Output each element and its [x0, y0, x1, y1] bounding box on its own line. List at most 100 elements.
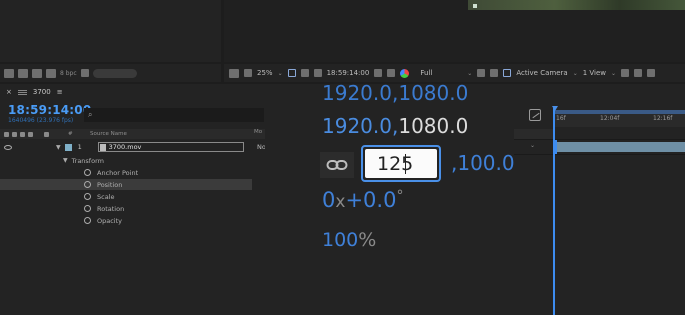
- current-time-display[interactable]: 18:59:14:00: [8, 103, 91, 117]
- chevron-down-icon[interactable]: ⌄: [611, 70, 616, 77]
- vr-icon[interactable]: [244, 69, 252, 77]
- scale-x-input[interactable]: [365, 149, 437, 178]
- label-icon[interactable]: [44, 131, 49, 137]
- audio-icon[interactable]: [12, 131, 17, 137]
- transform-group[interactable]: ▼ Transform: [0, 155, 252, 166]
- opacity-number[interactable]: 100: [322, 229, 358, 251]
- position-value: 1920.0,1080.0: [322, 114, 468, 138]
- column-header-strip: [514, 129, 554, 139]
- project-toolbar: 8 bpc: [0, 64, 221, 82]
- zoom-dropdown[interactable]: 25%: [257, 69, 273, 77]
- transform-label: Transform: [71, 156, 104, 165]
- eye-icon[interactable]: [4, 131, 9, 137]
- viewer-timecode[interactable]: 18:59:14:00: [327, 69, 370, 77]
- stopwatch-icon[interactable]: [84, 181, 91, 188]
- pixel-aspect-icon[interactable]: [621, 69, 630, 77]
- stopwatch-icon[interactable]: [84, 217, 91, 224]
- zoomed-property-values: 1920.0,1080.0 1920.0,1080.0 ,100.0 0x+0.…: [265, 84, 514, 260]
- timeline-tab-bar: × 3700 ≡: [0, 84, 265, 100]
- layer-search-input[interactable]: [84, 108, 264, 122]
- visibility-eye-icon[interactable]: [4, 144, 12, 150]
- position-x-value[interactable]: 1920.0: [322, 114, 392, 138]
- fast-previews-icon[interactable]: [477, 69, 486, 77]
- playhead-handle-icon[interactable]: [552, 106, 558, 111]
- channel-icon[interactable]: [400, 68, 410, 78]
- rotation-degrees[interactable]: +0.0: [345, 188, 396, 212]
- new-composition-icon[interactable]: [32, 68, 42, 78]
- row-divider: [514, 139, 685, 140]
- scale-input-frame: [361, 145, 441, 182]
- property-label: Position: [97, 180, 123, 189]
- property-scale[interactable]: Scale: [0, 191, 252, 202]
- close-icon[interactable]: ×: [6, 88, 12, 96]
- property-label: Anchor Point: [97, 168, 139, 177]
- position-y-value[interactable]: 1080.0: [398, 114, 468, 138]
- degree-symbol: °: [396, 188, 404, 204]
- grid-guides-icon[interactable]: [300, 69, 309, 77]
- viewer-toolbar: 25% ⌄ 18:59:14:00 Full ⌄ Active Camera ⌄…: [224, 64, 685, 82]
- stopwatch-icon[interactable]: [84, 205, 91, 212]
- property-label: Scale: [97, 192, 115, 201]
- stopwatch-icon[interactable]: [84, 193, 91, 200]
- rotation-turns[interactable]: 0: [322, 188, 335, 212]
- layer-row[interactable]: ▼ 1 3700.mov: [0, 141, 265, 153]
- chevron-down-icon[interactable]: ⌄: [278, 70, 283, 77]
- constrain-proportions-link-icon[interactable]: [320, 152, 354, 178]
- tab-composition[interactable]: 3700: [33, 88, 51, 96]
- chevron-down-icon[interactable]: ⌄: [467, 70, 472, 77]
- ruler-tick-label: 12:16f: [653, 115, 673, 122]
- row-divider: [514, 154, 685, 155]
- region-of-interest-icon[interactable]: [287, 69, 296, 77]
- frame-count: 1640496 (23.976 fps): [8, 117, 74, 124]
- current-time-indicator[interactable]: [553, 108, 555, 315]
- project-panel: [0, 0, 221, 62]
- layer-number-header[interactable]: #: [68, 131, 90, 137]
- source-name-header[interactable]: Source Name: [90, 131, 250, 137]
- lock-icon[interactable]: [28, 131, 33, 137]
- property-label: Rotation: [97, 204, 125, 213]
- snapshot-icon[interactable]: [374, 69, 383, 77]
- show-snapshot-icon[interactable]: [387, 69, 396, 77]
- rotation-x-label: x: [335, 192, 346, 212]
- interpret-footage-icon[interactable]: [4, 68, 14, 78]
- resolution-dropdown[interactable]: Full: [420, 69, 432, 77]
- stopwatch-icon[interactable]: [84, 169, 91, 176]
- tab-menu-icon[interactable]: ≡: [57, 88, 63, 96]
- view-layout-dropdown[interactable]: 1 View: [583, 69, 606, 77]
- project-settings-icon[interactable]: [46, 68, 56, 78]
- property-anchor-point[interactable]: Anchor Point: [0, 167, 252, 178]
- always-preview-icon[interactable]: [229, 68, 239, 78]
- label-color-swatch[interactable]: [64, 143, 72, 151]
- bit-depth-label[interactable]: 8 bpc: [60, 70, 77, 77]
- layer-name[interactable]: 3700.mov: [97, 142, 244, 152]
- chevron-down-icon[interactable]: ⌄: [530, 142, 535, 149]
- switches-header: [0, 131, 68, 137]
- transparency-grid-icon[interactable]: [490, 69, 499, 77]
- solo-icon[interactable]: [20, 131, 25, 137]
- thumbnail-slider[interactable]: [92, 68, 137, 78]
- property-rotation[interactable]: Rotation: [0, 203, 252, 214]
- chevron-down-icon[interactable]: ⌄: [573, 70, 578, 77]
- percent-symbol: %: [358, 229, 377, 251]
- 3d-view-icon[interactable]: [503, 69, 512, 77]
- camera-dropdown[interactable]: Active Camera: [516, 69, 567, 77]
- property-label: Opacity: [97, 216, 123, 225]
- expand-triangle-icon[interactable]: ▼: [56, 144, 61, 151]
- scale-y-value[interactable]: ,100.0: [451, 151, 514, 175]
- property-position[interactable]: Position: [0, 179, 252, 190]
- expand-triangle-icon[interactable]: ▼: [63, 157, 68, 164]
- mask-visibility-icon[interactable]: [313, 69, 322, 77]
- new-folder-icon[interactable]: [18, 68, 28, 78]
- graph-editor-icon[interactable]: [529, 109, 541, 121]
- anchor-point-value[interactable]: 1920.0,1080.0: [322, 84, 468, 105]
- trash-icon[interactable]: [80, 69, 89, 77]
- ruler-tick-label: 16f: [556, 115, 566, 122]
- property-opacity[interactable]: Opacity: [0, 215, 252, 226]
- layer-name-wrap[interactable]: 3700.mov: [97, 142, 244, 152]
- opacity-value: 100%: [322, 229, 376, 251]
- layer-duration-bar[interactable]: [555, 142, 685, 152]
- panel-menu-icon[interactable]: [17, 89, 27, 91]
- exposure-icon[interactable]: [647, 69, 656, 77]
- rotation-value: 0x+0.0°: [322, 188, 403, 212]
- reset-exposure-icon[interactable]: [634, 69, 643, 77]
